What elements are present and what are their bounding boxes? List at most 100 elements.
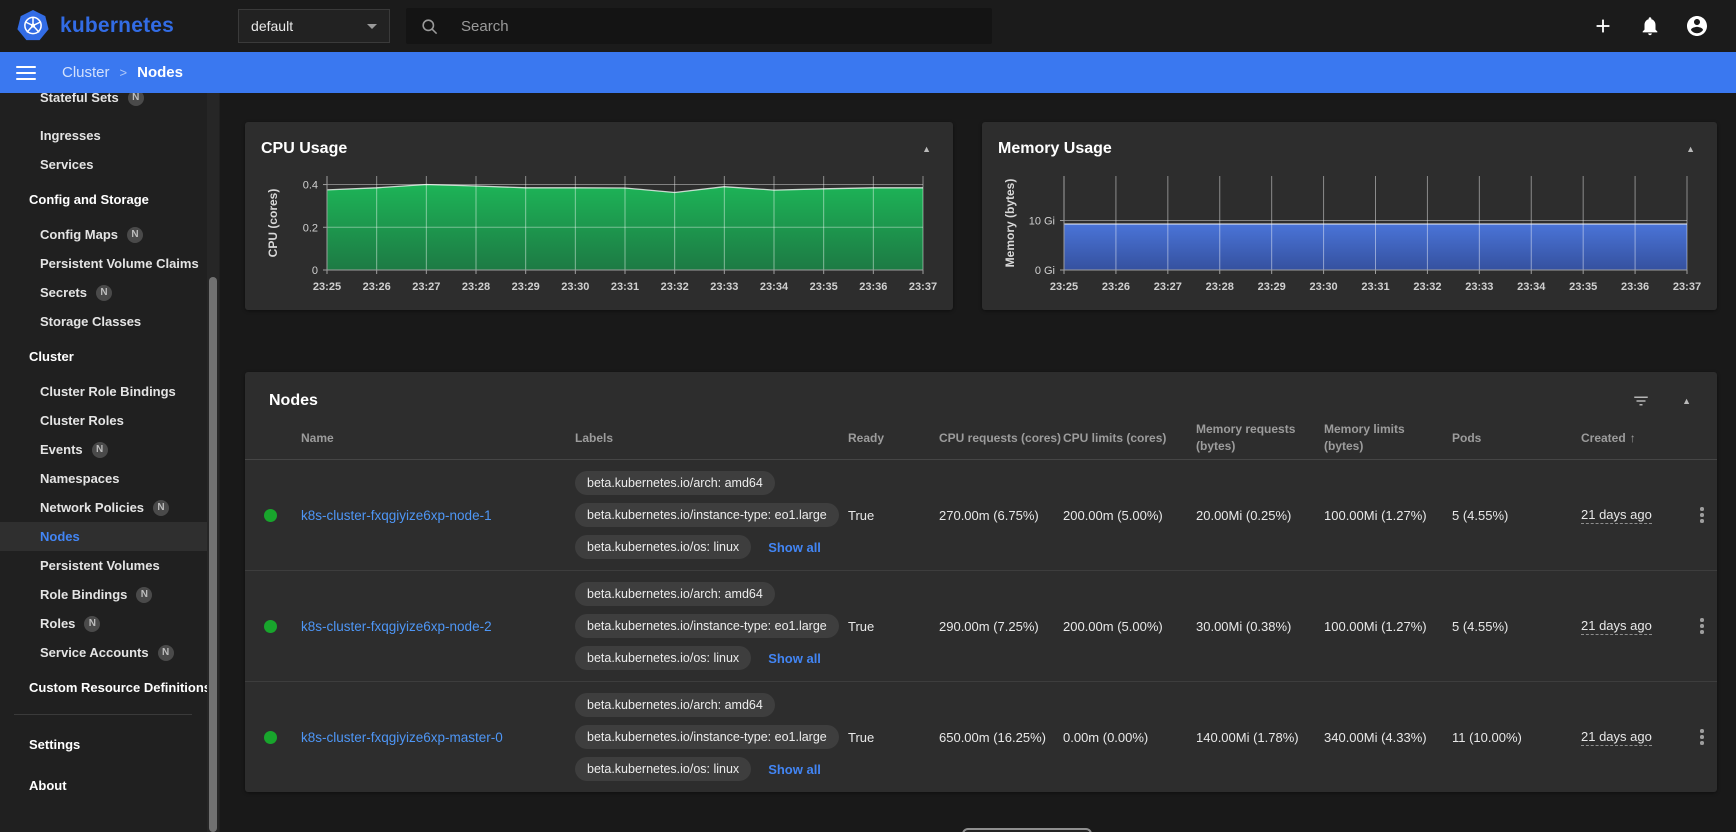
cell-cpu-limits: 200.00m (5.00%): [1063, 619, 1196, 634]
svg-text:23:33: 23:33: [1465, 281, 1493, 293]
column-header-ready: Ready: [848, 431, 939, 445]
sidebar-section-config-and-storage: Config and Storage: [0, 185, 207, 214]
show-all-labels-link[interactable]: Show all: [768, 540, 821, 555]
svg-text:23:31: 23:31: [611, 281, 639, 293]
search-input[interactable]: [461, 18, 978, 35]
show-all-labels-link[interactable]: Show all: [768, 651, 821, 666]
node-name-link[interactable]: k8s-cluster-fxqgiyize6xp-master-0: [301, 730, 503, 745]
sidebar-item-label: Config and Storage: [29, 192, 149, 207]
sidebar-item-storage-classes[interactable]: Storage Classes: [0, 307, 207, 336]
sidebar-item-label: Role Bindings: [40, 587, 127, 602]
sidebar-item-config-maps[interactable]: Config Maps N: [0, 220, 207, 249]
sidebar-divider: [14, 714, 192, 715]
collapse-nodes-icon[interactable]: ▲: [1676, 392, 1697, 410]
table-body: k8s-cluster-fxqgiyize6xp-node-1 beta.kube…: [245, 460, 1717, 792]
chart-plot: 00.20.423:2523:2623:2723:2823:2923:3023:…: [261, 162, 937, 307]
namespaced-badge: N: [127, 227, 143, 243]
sort-ascending-icon: ↑: [1630, 431, 1636, 445]
svg-text:23:27: 23:27: [412, 281, 440, 293]
column-header-pods: Pods: [1452, 431, 1581, 445]
column-header-memory-limits-bytes-: Memory limits (bytes): [1324, 421, 1452, 453]
brand-name: kubernetes: [60, 14, 174, 38]
row-actions-menu-button[interactable]: [1687, 725, 1717, 749]
search-icon: [420, 17, 439, 36]
sidebar-item-role-bindings[interactable]: Role BindingsN: [0, 580, 207, 609]
sidebar-item-services[interactable]: Services: [0, 150, 207, 179]
sidebar-item-namespaces[interactable]: Namespaces: [0, 464, 207, 493]
create-resource-button[interactable]: [1590, 13, 1616, 39]
row-actions-menu-button[interactable]: [1687, 614, 1717, 638]
sidebar-item-events[interactable]: EventsN: [0, 435, 207, 464]
svg-text:23:36: 23:36: [1621, 281, 1649, 293]
cell-pods: 5 (4.55%): [1452, 508, 1581, 523]
sidebar-item-persistent-volume-claims[interactable]: Persistent Volume ClaimsN: [0, 249, 207, 278]
menu-toggle-button[interactable]: [16, 66, 36, 80]
appbar-actions: [1590, 13, 1736, 39]
row-actions-menu-button[interactable]: [1687, 503, 1717, 527]
namespace-value: default: [251, 18, 367, 34]
sidebar-item-label: About: [29, 778, 67, 793]
sidebar-item-ingresses[interactable]: Ingresses: [0, 121, 207, 150]
cell-pods: 11 (10.00%): [1452, 730, 1581, 745]
sidebar-item-label: Nodes: [40, 529, 80, 544]
svg-text:23:29: 23:29: [512, 281, 540, 293]
cell-ready: True: [848, 730, 939, 745]
user-account-button[interactable]: [1684, 13, 1710, 39]
breadcrumb-section[interactable]: Cluster: [62, 64, 110, 81]
sidebar-item-roles[interactable]: RolesN: [0, 609, 207, 638]
svg-text:0.4: 0.4: [303, 180, 318, 192]
collapse-chart-icon[interactable]: ▲: [916, 140, 937, 158]
sidebar-item-cluster-roles[interactable]: Cluster Roles: [0, 406, 207, 435]
sidebar-scrollbar-track: [207, 93, 219, 832]
chart-svg: 0 Gi10 Gi23:2523:2623:2723:2823:2923:302…: [998, 162, 1701, 302]
plus-icon: [1592, 15, 1614, 37]
nodes-card: Nodes ▲ NameLabelsReadyCPU requests (cor…: [245, 372, 1717, 792]
sidebar-item-network-policies[interactable]: Network PoliciesN: [0, 493, 207, 522]
label-chip: beta.kubernetes.io/instance-type: eo1.la…: [575, 614, 839, 638]
created-relative-time: 21 days ago: [1581, 618, 1652, 635]
sidebar: Stateful SetsNIngressesServicesConfig an…: [0, 93, 220, 832]
sidebar-item-stateful-sets[interactable]: Stateful SetsN: [0, 93, 207, 112]
table-row: k8s-cluster-fxqgiyize6xp-node-1beta.kube…: [245, 460, 1717, 571]
svg-text:23:30: 23:30: [1310, 281, 1338, 293]
svg-text:23:31: 23:31: [1361, 281, 1389, 293]
sidebar-item-label: Stateful Sets: [40, 93, 119, 105]
sidebar-item-nodes[interactable]: Nodes: [0, 522, 207, 551]
svg-text:0 Gi: 0 Gi: [1035, 265, 1055, 277]
sidebar-item-custom-resource-definitions[interactable]: Custom Resource Definitions: [0, 673, 207, 702]
sidebar-item-label: Settings: [29, 737, 80, 752]
notifications-button[interactable]: [1637, 13, 1663, 39]
sidebar-item-label: Custom Resource Definitions: [29, 680, 211, 695]
namespace-selector[interactable]: default: [238, 9, 390, 43]
sidebar-section-cluster: Cluster: [0, 342, 207, 371]
sidebar-item-label: Cluster Role Bindings: [40, 384, 176, 399]
cutoff-bottom-button[interactable]: [962, 828, 1092, 832]
sidebar-item-service-accounts[interactable]: Service AccountsN: [0, 638, 207, 667]
column-header-cpu-requests-cores-: CPU requests (cores): [939, 431, 1063, 445]
breadcrumb-bar: Cluster > Nodes: [0, 52, 1736, 93]
chart-title: Memory Usage: [998, 140, 1112, 158]
sidebar-item-persistent-volumes[interactable]: Persistent Volumes: [0, 551, 207, 580]
sidebar-item-cluster-role-bindings[interactable]: Cluster Role Bindings: [0, 377, 207, 406]
filter-icon[interactable]: [1632, 392, 1650, 410]
sidebar-item-label: Persistent Volume Claims: [40, 256, 199, 271]
node-name-link[interactable]: k8s-cluster-fxqgiyize6xp-node-2: [301, 619, 492, 634]
column-header-labels: Labels: [575, 431, 848, 445]
search-box[interactable]: [406, 8, 992, 44]
cell-mem-requests: 140.00Mi (1.78%): [1196, 730, 1324, 745]
node-name-link[interactable]: k8s-cluster-fxqgiyize6xp-node-1: [301, 508, 492, 523]
cell-cpu-requests: 650.00m (16.25%): [939, 730, 1063, 745]
chart-y-axis-title: CPU (cores): [266, 189, 280, 258]
breadcrumb-separator: >: [120, 65, 128, 80]
svg-text:23:36: 23:36: [859, 281, 887, 293]
show-all-labels-link[interactable]: Show all: [768, 762, 821, 777]
collapse-chart-icon[interactable]: ▲: [1680, 140, 1701, 158]
sidebar-item-label: Config Maps: [40, 227, 118, 242]
sidebar-item-about[interactable]: About: [0, 768, 207, 803]
column-header-created[interactable]: Created↑: [1581, 431, 1687, 445]
sidebar-item-label: Cluster Roles: [40, 413, 124, 428]
sidebar-scrollbar-thumb[interactable]: [209, 277, 217, 832]
sidebar-item-settings[interactable]: Settings: [0, 727, 207, 762]
sidebar-item-secrets[interactable]: SecretsN: [0, 278, 207, 307]
cell-cpu-requests: 290.00m (7.25%): [939, 619, 1063, 634]
